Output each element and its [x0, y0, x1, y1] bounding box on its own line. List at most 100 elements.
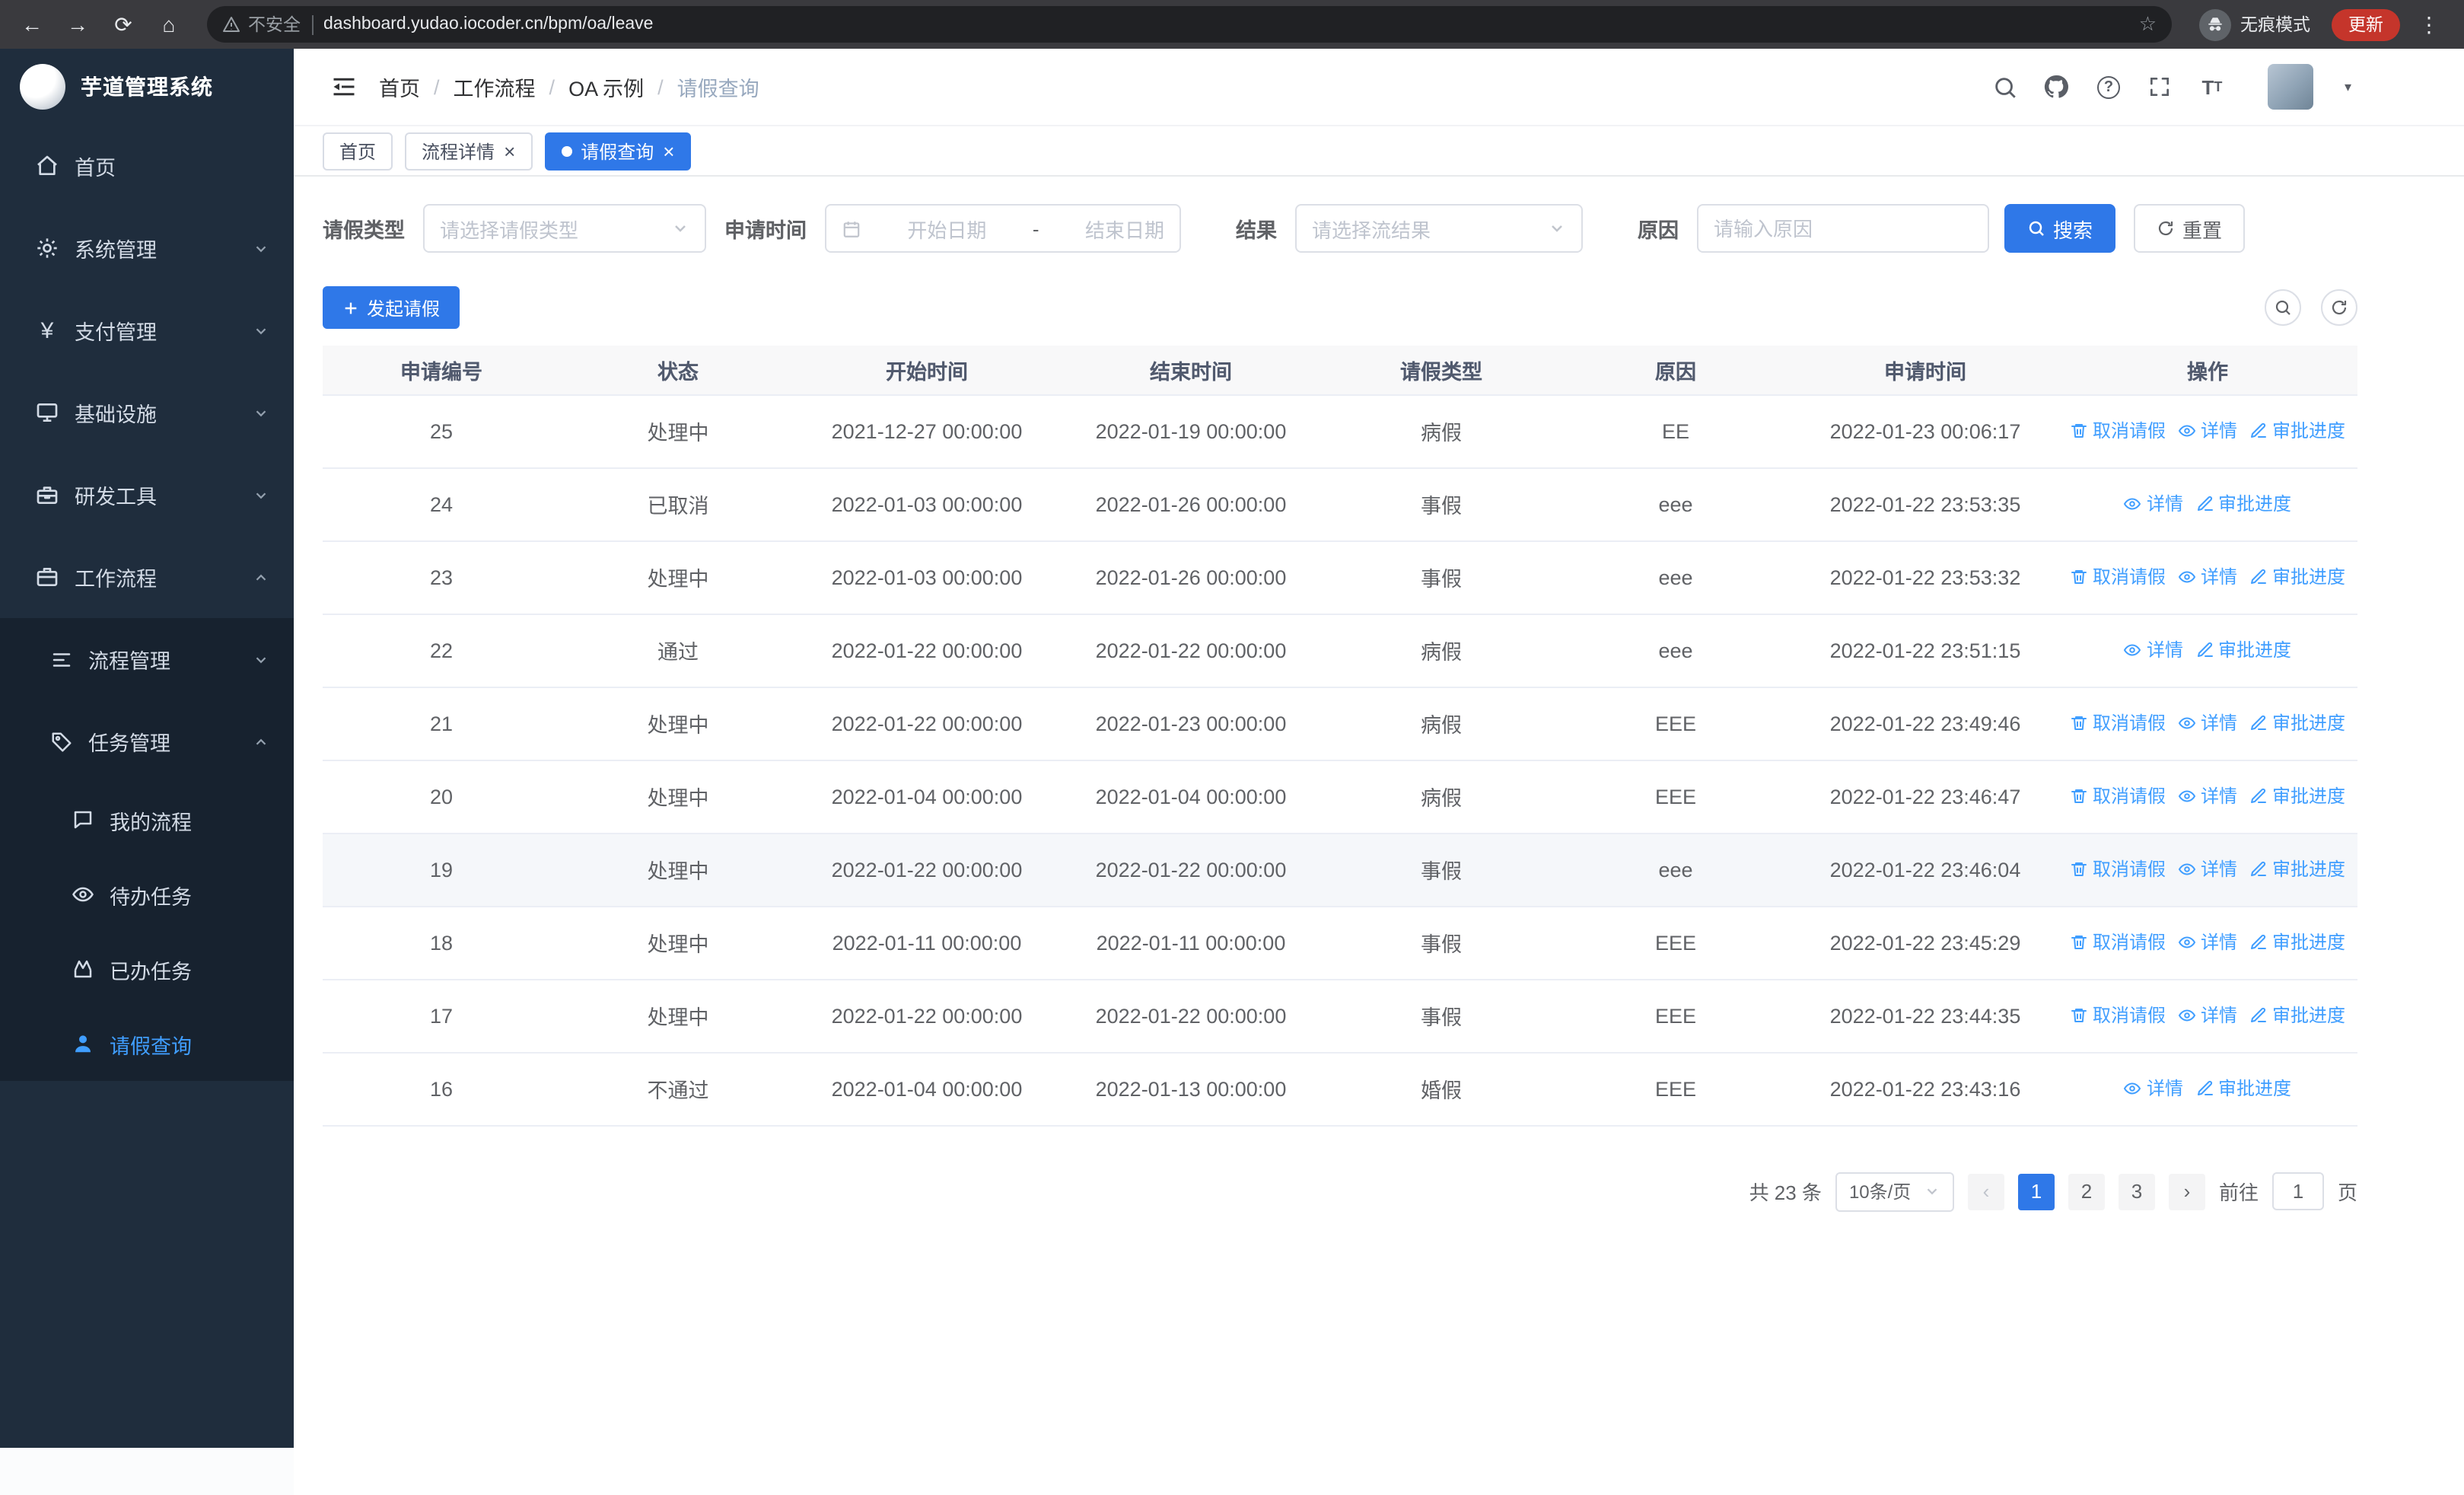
action-detail[interactable]: 详情 [2178, 710, 2237, 736]
action-detail[interactable]: 详情 [2124, 637, 2183, 663]
col-apply-time: 申请时间 [1793, 346, 2058, 395]
action-detail[interactable]: 详情 [2178, 564, 2237, 590]
page-button-2[interactable]: 2 [2068, 1173, 2105, 1210]
page-button-1[interactable]: 1 [2017, 1173, 2055, 1210]
goto-page-input[interactable] [2271, 1172, 2324, 1210]
browser-forward-icon[interactable]: → [58, 5, 97, 44]
toggle-search-icon[interactable] [2265, 289, 2301, 326]
list-icon [53, 652, 71, 666]
action-detail[interactable]: 详情 [2178, 856, 2237, 882]
action-approval-progress[interactable]: 审批进度 [2249, 856, 2345, 882]
tab-leave-query[interactable]: 请假查询 × [544, 132, 692, 170]
action-detail[interactable]: 详情 [2124, 1076, 2183, 1101]
leave-type-select[interactable]: 请选择请假类型 [423, 204, 706, 253]
cell-end-time: 2022-01-19 00:00:00 [1058, 394, 1324, 468]
tab-home[interactable]: 首页 [323, 132, 393, 170]
cell-apply-id: 20 [323, 760, 560, 834]
app-logo-row[interactable]: 芋道管理系统 [0, 49, 294, 125]
page-button-3[interactable]: 3 [2118, 1173, 2155, 1210]
avatar[interactable] [2268, 64, 2314, 110]
page-size-select[interactable]: 10条/页 [1835, 1171, 1954, 1211]
action-cancel-leave[interactable]: 取消请假 [2070, 783, 2166, 809]
sidebar-item-system[interactable]: 系统管理 [0, 207, 294, 289]
browser-update-button[interactable]: 更新 [2332, 8, 2400, 40]
cell-reason: EEE [1558, 760, 1793, 834]
sidebar-item-done-tasks[interactable]: 已办任务 [0, 932, 294, 1006]
sidebar-item-leave-query[interactable]: 请假查询 [0, 1006, 294, 1081]
main-area: 首页 / 工作流程 / OA 示例 / 请假查询 ? T T ▾ 首页 流程详情… [294, 49, 2464, 1495]
security-indicator[interactable]: 不安全 [222, 12, 301, 37]
action-approval-progress[interactable]: 审批进度 [2249, 418, 2345, 444]
sidebar-item-workflow[interactable]: 工作流程 [0, 536, 294, 618]
cell-end-time: 2022-01-13 00:00:00 [1058, 1052, 1324, 1126]
sidebar-item-my-process[interactable]: 我的流程 [0, 783, 294, 857]
bookmark-star-icon[interactable]: ☆ [2139, 12, 2157, 37]
action-approval-progress[interactable]: 审批进度 [2249, 564, 2345, 590]
breadcrumb-oa-example[interactable]: OA 示例 [568, 72, 644, 102]
action-approval-progress[interactable]: 审批进度 [2195, 637, 2291, 663]
cell-leave-type: 病假 [1324, 614, 1558, 687]
create-leave-button[interactable]: 发起请假 [323, 286, 460, 329]
action-approval-progress[interactable]: 审批进度 [2249, 1003, 2345, 1028]
cell-status: 不通过 [560, 1052, 796, 1126]
font-size-icon[interactable]: TT [2198, 73, 2226, 100]
browser-home-icon[interactable]: ⌂ [149, 5, 189, 44]
action-cancel-leave[interactable]: 取消请假 [2070, 856, 2166, 882]
browser-reload-icon[interactable]: ⟳ [103, 5, 143, 44]
search-button[interactable]: 搜索 [2004, 204, 2116, 253]
action-approval-progress[interactable]: 审批进度 [2195, 491, 2291, 517]
chevron-down-icon[interactable]: ▾ [2345, 78, 2351, 95]
sidebar-collapse-icon[interactable] [330, 73, 358, 100]
sidebar-item-dashboard[interactable]: 首页 [0, 125, 294, 207]
breadcrumb-workflow[interactable]: 工作流程 [454, 72, 536, 102]
action-cancel-leave[interactable]: 取消请假 [2070, 1003, 2166, 1028]
sidebar-item-payment[interactable]: ¥ 支付管理 [0, 289, 294, 371]
close-icon[interactable]: × [663, 141, 674, 161]
action-cancel-leave[interactable]: 取消请假 [2070, 564, 2166, 590]
tab-process-detail[interactable]: 流程详情 × [405, 132, 533, 170]
sidebar-item-devtools[interactable]: 研发工具 [0, 454, 294, 536]
cell-leave-type: 病假 [1324, 394, 1558, 468]
chevron-down-icon [253, 322, 269, 339]
cell-reason: EE [1558, 394, 1793, 468]
browser-back-icon[interactable]: ← [12, 5, 52, 44]
url-text[interactable]: dashboard.yudao.iocoder.cn/bpm/oa/leave [323, 15, 2128, 33]
sidebar-item-todo-tasks[interactable]: 待办任务 [0, 857, 294, 932]
close-icon[interactable]: × [504, 141, 515, 161]
action-approval-progress[interactable]: 审批进度 [2195, 1076, 2291, 1101]
apply-time-range-picker[interactable]: 开始日期 - 结束日期 [825, 204, 1181, 253]
sidebar-item-process-mgmt[interactable]: 流程管理 [0, 618, 294, 700]
action-cancel-leave[interactable]: 取消请假 [2070, 418, 2166, 444]
action-detail[interactable]: 详情 [2178, 418, 2237, 444]
reset-button[interactable]: 重置 [2134, 204, 2246, 253]
search-icon[interactable] [1991, 73, 2019, 100]
browser-menu-icon[interactable]: ⋮ [2412, 11, 2446, 37]
next-page-button[interactable]: › [2168, 1173, 2205, 1210]
sidebar-item-task-mgmt[interactable]: 任务管理 [0, 700, 294, 783]
reason-input[interactable] [1714, 217, 1972, 240]
action-approval-progress[interactable]: 审批进度 [2249, 929, 2345, 955]
breadcrumb-home[interactable]: 首页 [379, 72, 420, 102]
action-detail[interactable]: 详情 [2124, 491, 2183, 517]
cell-end-time: 2022-01-26 00:00:00 [1058, 540, 1324, 614]
cell-apply-id: 25 [323, 394, 560, 468]
help-icon[interactable]: ? [2095, 73, 2122, 100]
action-approval-progress[interactable]: 审批进度 [2249, 783, 2345, 809]
github-icon[interactable] [2043, 73, 2071, 100]
action-detail[interactable]: 详情 [2178, 1003, 2237, 1028]
cell-start-time: 2022-01-22 00:00:00 [796, 687, 1058, 760]
browser-toolbar: ← → ⟳ ⌂ 不安全 dashboard.yudao.iocoder.cn/b… [0, 0, 2464, 49]
action-detail[interactable]: 详情 [2178, 929, 2237, 955]
action-approval-progress[interactable]: 审批进度 [2249, 710, 2345, 736]
result-select[interactable]: 请选择流结果 [1295, 204, 1583, 253]
fullscreen-icon[interactable] [2147, 73, 2174, 100]
refresh-table-icon[interactable] [2321, 289, 2357, 326]
action-cancel-leave[interactable]: 取消请假 [2070, 710, 2166, 736]
sidebar-item-infrastructure[interactable]: 基础设施 [0, 371, 294, 454]
end-date-placeholder: 结束日期 [1084, 218, 1164, 241]
cell-actions: 详情 审批进度 [2058, 467, 2357, 541]
action-cancel-leave[interactable]: 取消请假 [2070, 929, 2166, 955]
address-bar[interactable]: 不安全 dashboard.yudao.iocoder.cn/bpm/oa/le… [207, 6, 2172, 43]
action-detail[interactable]: 详情 [2178, 783, 2237, 809]
prev-page-button[interactable]: ‹ [1967, 1173, 2004, 1210]
